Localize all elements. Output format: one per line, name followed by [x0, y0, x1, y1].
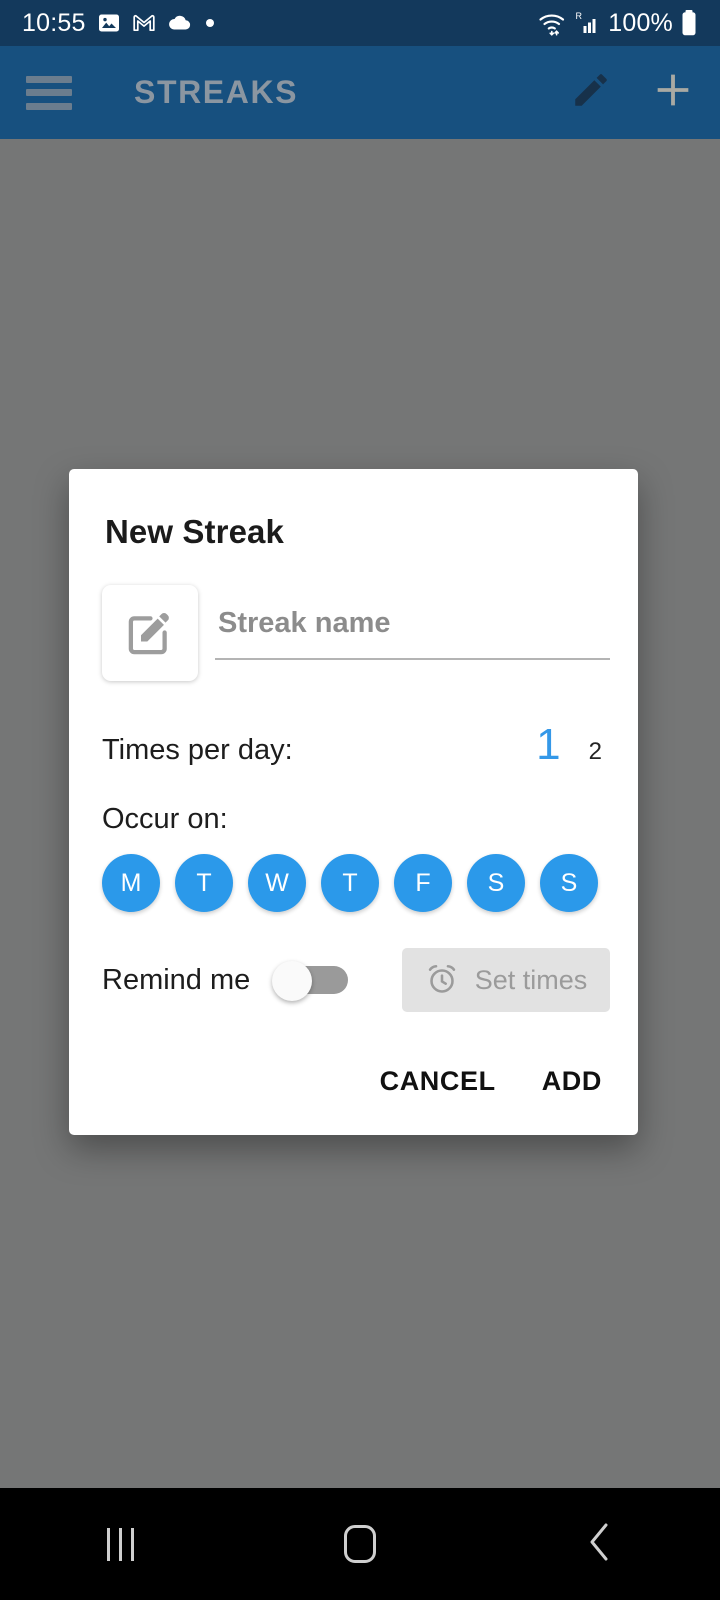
battery-percent: 100% [608, 8, 673, 37]
day-label: W [265, 868, 289, 897]
times-per-day-selected[interactable]: 1 [536, 723, 560, 767]
recents-button[interactable] [0, 1527, 240, 1561]
cancel-button[interactable]: CANCEL [380, 1066, 496, 1097]
status-bar-right: R 100% [538, 9, 698, 38]
day-chip-wednesday[interactable]: W [248, 854, 306, 912]
gmail-icon [132, 11, 156, 35]
back-button[interactable] [480, 1520, 720, 1569]
day-label: S [560, 868, 578, 897]
day-chip-saturday[interactable]: S [467, 854, 525, 912]
add-button[interactable]: ADD [542, 1066, 602, 1097]
set-times-label: Set times [474, 964, 588, 995]
hamburger-menu-icon[interactable] [26, 75, 72, 110]
day-label: M [120, 868, 142, 897]
day-chip-thursday[interactable]: T [321, 854, 379, 912]
day-chip-friday[interactable]: F [394, 854, 452, 912]
wifi-icon [538, 10, 568, 36]
day-label: F [415, 868, 431, 897]
toggle-thumb [272, 961, 313, 1001]
dialog-title: New Streak [105, 513, 284, 550]
remind-me-row: Remind me Set times [69, 948, 638, 1012]
status-bar-left: 10:55 [22, 9, 216, 38]
recents-icon [106, 1527, 134, 1561]
remind-me-toggle[interactable] [272, 961, 349, 1001]
day-label: T [196, 868, 212, 897]
streak-name-input[interactable] [218, 607, 610, 640]
set-times-button[interactable]: Set times [402, 948, 610, 1012]
status-time: 10:55 [22, 8, 86, 37]
dot-icon [204, 17, 216, 29]
home-icon [344, 1525, 376, 1563]
photos-icon [97, 11, 121, 35]
day-label: T [342, 868, 358, 897]
compose-edit-icon[interactable] [102, 585, 198, 681]
home-button[interactable] [240, 1525, 480, 1563]
battery-icon [680, 9, 698, 37]
new-streak-dialog: New Streak Times per day: 1 2 Occur on: [69, 469, 638, 1135]
back-icon [583, 1520, 617, 1569]
streak-name-row [69, 585, 638, 681]
occur-on-days: M T W T F S S [69, 854, 638, 912]
status-bar: 10:55 R 100% [0, 0, 720, 46]
app-bar: STREAKS [0, 46, 720, 139]
pencil-edit-icon[interactable] [570, 69, 612, 116]
svg-text:R: R [576, 11, 583, 21]
system-navigation-bar [0, 1488, 720, 1600]
times-per-day-picker[interactable]: 1 2 [536, 723, 602, 767]
day-chip-tuesday[interactable]: T [175, 854, 233, 912]
day-chip-monday[interactable]: M [102, 854, 160, 912]
day-label: S [487, 868, 505, 897]
occur-on-label: Occur on: [102, 803, 228, 835]
phone-screen: 10:55 R 100% STREAKS New Streak Streak n… [0, 0, 720, 1600]
dialog-actions: CANCEL ADD [69, 1066, 638, 1135]
day-chip-sunday[interactable]: S [540, 854, 598, 912]
app-bar-actions [570, 67, 696, 118]
plus-add-icon[interactable] [650, 67, 696, 118]
page-title: STREAKS [134, 74, 299, 110]
cloud-icon [167, 13, 193, 33]
streak-name-field [215, 607, 610, 660]
times-per-day-label: Times per day: [102, 734, 293, 766]
remind-me-label: Remind me [102, 963, 251, 996]
times-per-day-next[interactable]: 2 [589, 740, 602, 764]
times-per-day-row: Times per day: 1 2 [69, 723, 638, 767]
roaming-signal-icon: R [575, 10, 601, 36]
alarm-clock-icon [425, 962, 459, 999]
